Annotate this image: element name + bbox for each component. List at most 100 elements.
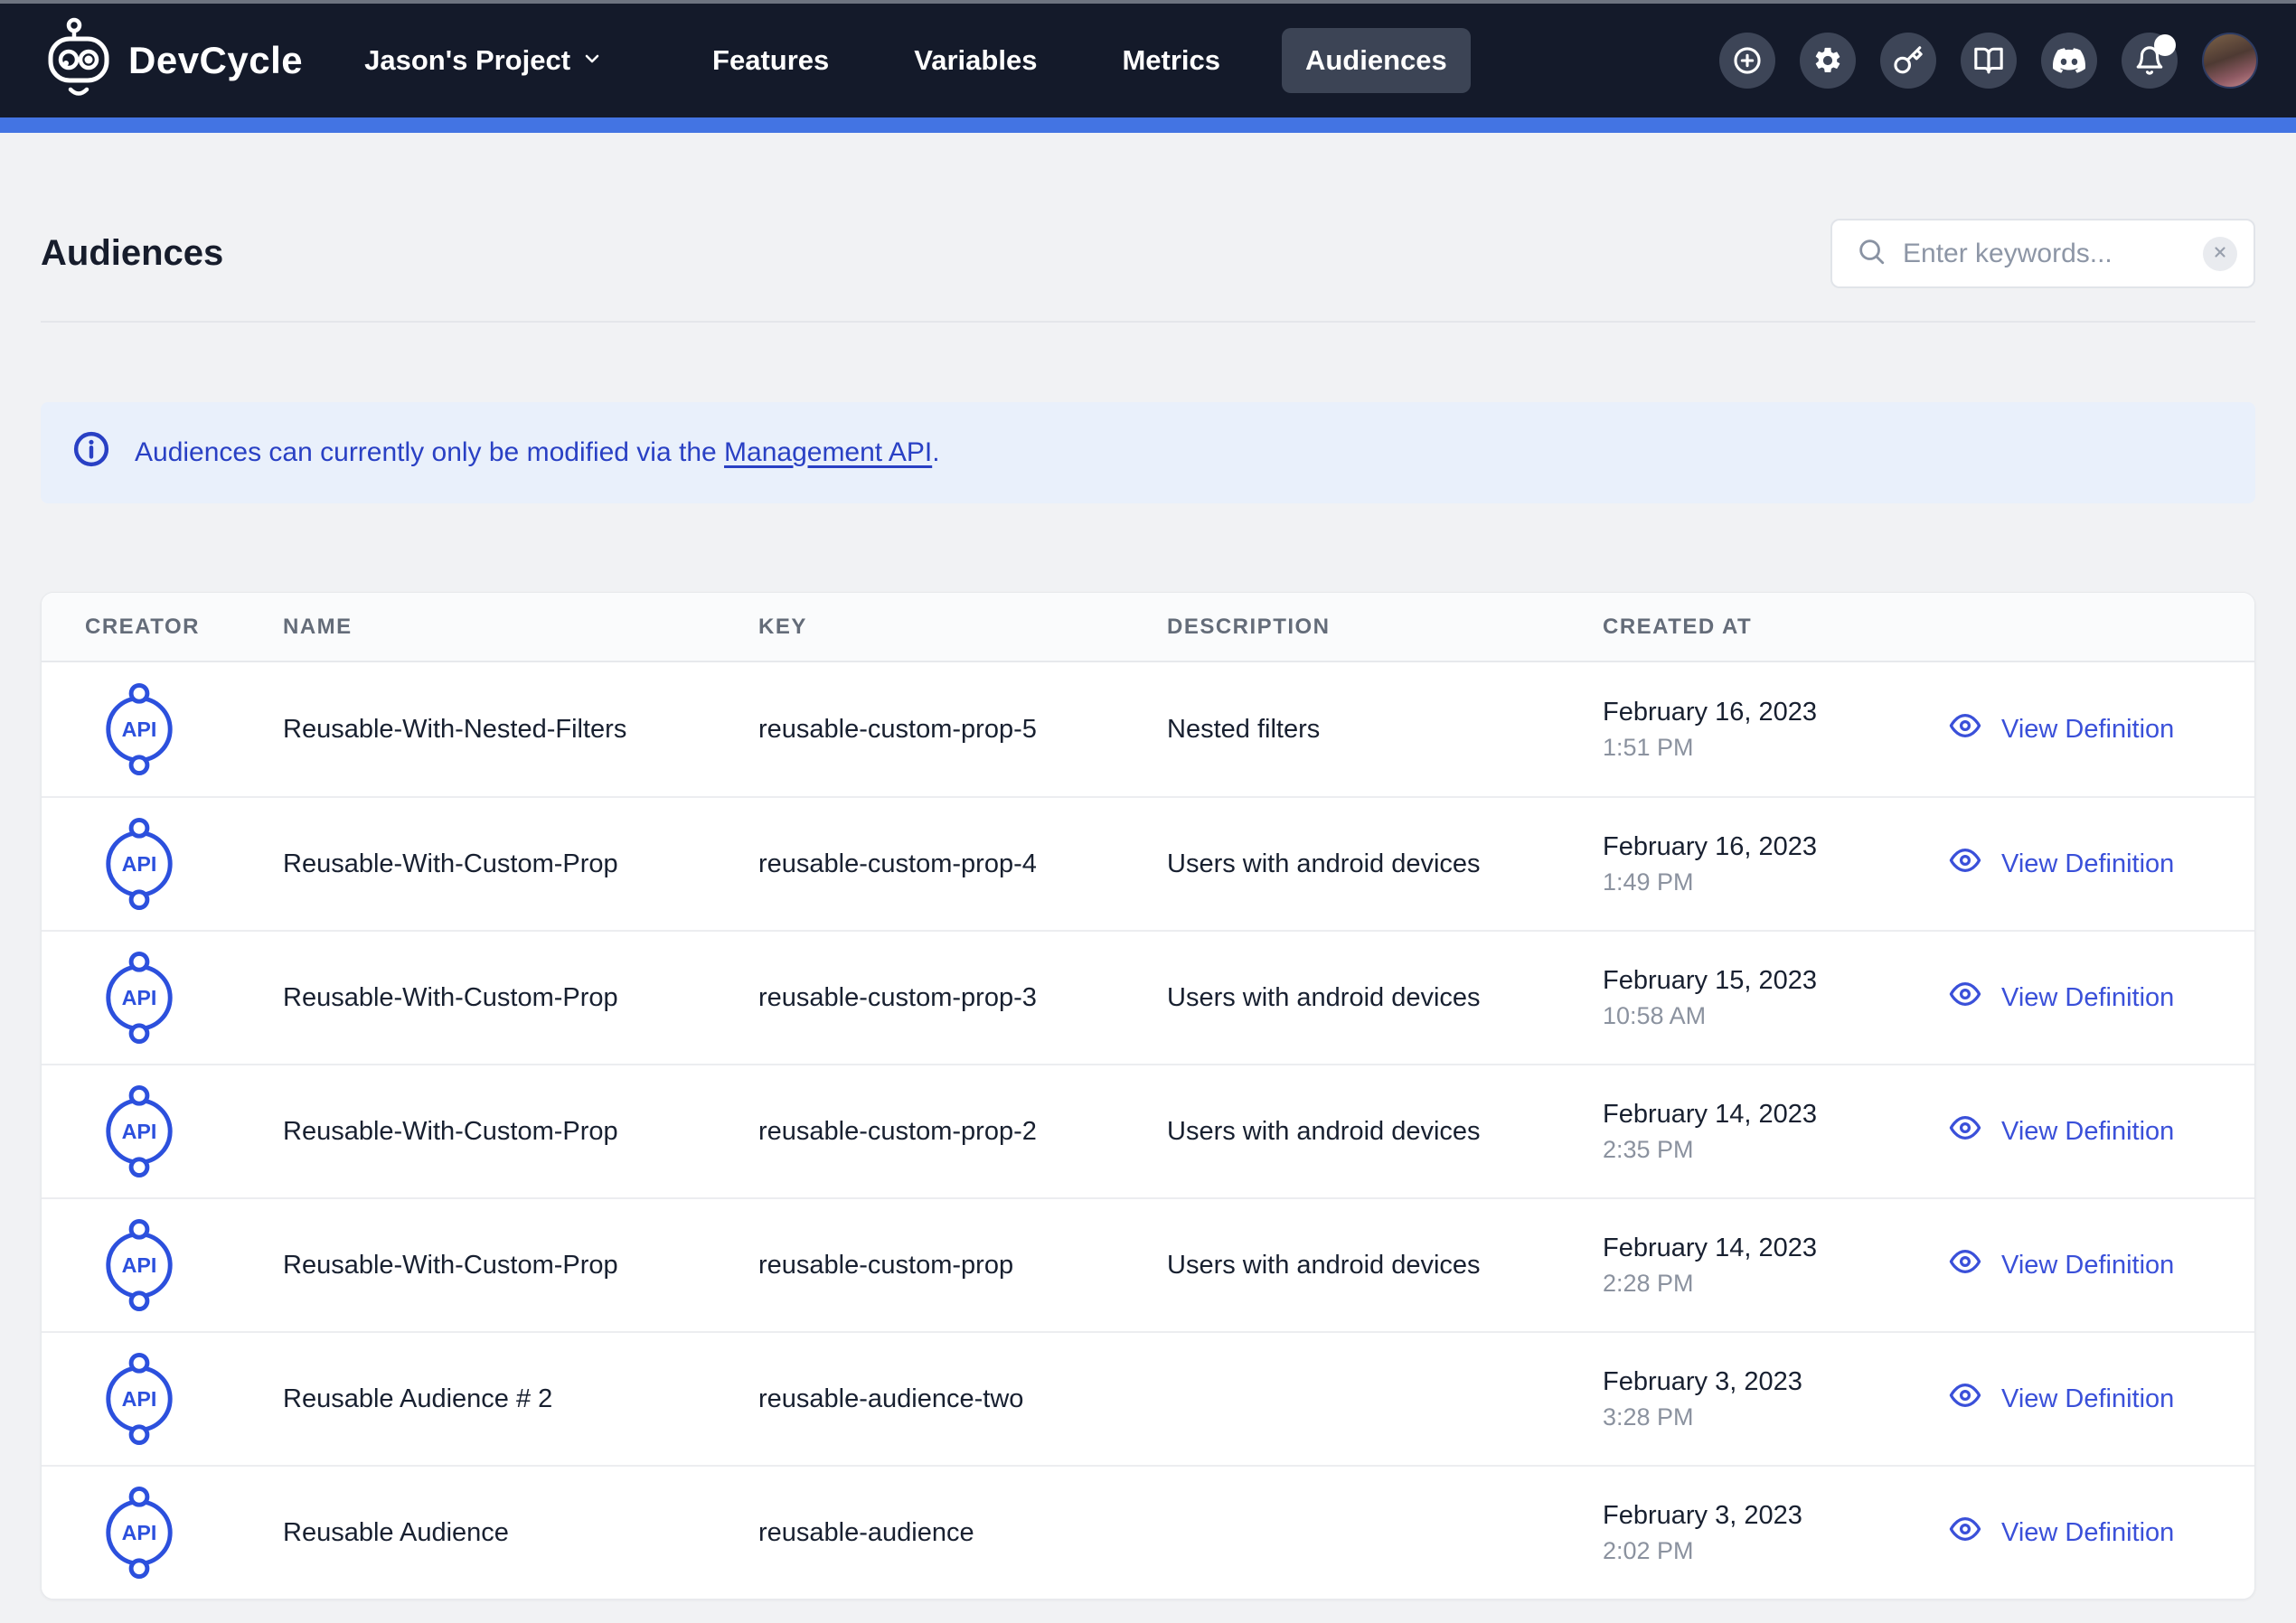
created-at-cell: February 16, 2023 1:51 PM <box>1603 698 1944 762</box>
nav-item-variables[interactable]: Variables <box>890 28 1060 93</box>
creator-cell: API <box>42 1352 283 1446</box>
page-header: Audiences <box>41 219 2255 288</box>
audience-description: Users with android devices <box>1167 1117 1603 1147</box>
search-icon <box>1856 236 1887 271</box>
avatar[interactable] <box>2202 33 2258 89</box>
audience-name: Reusable-With-Custom-Prop <box>283 983 758 1013</box>
view-definition-label: View Definition <box>2001 1117 2174 1147</box>
search-input[interactable] <box>1903 239 2187 269</box>
api-keys-button[interactable] <box>1880 33 1936 89</box>
audience-name: Reusable-With-Nested-Filters <box>283 715 758 745</box>
created-at-cell: February 16, 2023 1:49 PM <box>1603 832 1944 896</box>
col-header-creator: CREATOR <box>42 614 283 640</box>
nav-item-metrics[interactable]: Metrics <box>1098 28 1244 93</box>
notifications-button[interactable] <box>2122 33 2178 89</box>
view-definition-link[interactable]: View Definition <box>1944 979 2174 1017</box>
actions-cell: View Definition <box>1944 845 2254 883</box>
devcycle-logo[interactable]: DevCycle <box>47 17 303 105</box>
audience-description: Users with android devices <box>1167 1251 1603 1281</box>
eye-icon <box>1944 979 1986 1017</box>
close-icon <box>2213 245 2227 262</box>
col-header-description: DESCRIPTION <box>1167 614 1603 640</box>
clear-search-button[interactable] <box>2203 237 2237 271</box>
actions-cell: View Definition <box>1944 1246 2254 1284</box>
docs-button[interactable] <box>1961 33 2017 89</box>
create-button[interactable] <box>1719 33 1775 89</box>
banner-text-before: Audiences can currently only be modified… <box>135 437 724 467</box>
actions-cell: View Definition <box>1944 1380 2254 1418</box>
project-selector[interactable]: Jason's Project <box>364 44 603 77</box>
created-date: February 3, 2023 <box>1603 1501 1944 1531</box>
created-date: February 15, 2023 <box>1603 966 1944 996</box>
svg-text:API: API <box>122 1387 157 1411</box>
accent-bar <box>0 117 2296 133</box>
audience-name: Reusable Audience <box>283 1518 758 1548</box>
created-time: 2:35 PM <box>1603 1136 1944 1164</box>
creator-cell: API <box>42 951 283 1045</box>
created-time: 1:51 PM <box>1603 734 1944 762</box>
api-creator-icon: API <box>96 1486 283 1580</box>
view-definition-link[interactable]: View Definition <box>1944 710 2174 748</box>
project-name: Jason's Project <box>364 44 570 77</box>
svg-text:API: API <box>122 718 157 741</box>
view-definition-link[interactable]: View Definition <box>1944 1246 2174 1284</box>
nav-item-audiences[interactable]: Audiences <box>1282 28 1471 93</box>
creator-cell: API <box>42 1218 283 1312</box>
view-definition-link[interactable]: View Definition <box>1944 1514 2174 1552</box>
audience-description: Nested filters <box>1167 715 1603 745</box>
table-row: API Reusable Audience reusable-audience … <box>42 1465 2254 1599</box>
discord-button[interactable] <box>2041 33 2097 89</box>
svg-text:API: API <box>122 852 157 876</box>
table-row: API Reusable Audience # 2 reusable-audie… <box>42 1331 2254 1465</box>
created-at-cell: February 3, 2023 3:28 PM <box>1603 1367 1944 1431</box>
view-definition-label: View Definition <box>2001 849 2174 879</box>
audience-key: reusable-custom-prop-3 <box>758 983 1167 1013</box>
created-date: February 16, 2023 <box>1603 698 1944 727</box>
view-definition-label: View Definition <box>2001 1384 2174 1414</box>
table-row: API Reusable-With-Custom-Prop reusable-c… <box>42 796 2254 930</box>
eye-icon <box>1944 845 1986 883</box>
actions-cell: View Definition <box>1944 979 2254 1017</box>
nav-item-features[interactable]: Features <box>689 28 852 93</box>
created-date: February 3, 2023 <box>1603 1367 1944 1397</box>
eye-icon <box>1944 1112 1986 1150</box>
audience-name: Reusable-With-Custom-Prop <box>283 849 758 879</box>
banner-text-after: . <box>932 437 939 467</box>
book-icon <box>1973 45 2004 76</box>
audience-name: Reusable-With-Custom-Prop <box>283 1117 758 1147</box>
creator-cell: API <box>42 682 283 776</box>
svg-text:API: API <box>122 1521 157 1544</box>
brand-wordmark: DevCycle <box>128 39 303 82</box>
actions-cell: View Definition <box>1944 1514 2254 1552</box>
view-definition-link[interactable]: View Definition <box>1944 845 2174 883</box>
settings-button[interactable] <box>1800 33 1856 89</box>
audience-key: reusable-audience <box>758 1518 1167 1548</box>
devcycle-robot-icon <box>47 17 110 105</box>
creator-cell: API <box>42 1084 283 1178</box>
actions-cell: View Definition <box>1944 710 2254 748</box>
search-box <box>1830 219 2255 288</box>
svg-text:API: API <box>122 1120 157 1143</box>
view-definition-link[interactable]: View Definition <box>1944 1380 2174 1418</box>
api-creator-icon: API <box>96 817 283 911</box>
notification-dot <box>2154 34 2176 56</box>
view-definition-link[interactable]: View Definition <box>1944 1112 2174 1150</box>
created-at-cell: February 3, 2023 2:02 PM <box>1603 1501 1944 1565</box>
info-icon <box>71 429 111 476</box>
api-creator-icon: API <box>96 951 283 1045</box>
discord-icon <box>2053 44 2085 77</box>
table-row: API Reusable-With-Custom-Prop reusable-c… <box>42 1064 2254 1197</box>
created-date: February 16, 2023 <box>1603 832 1944 862</box>
table-row: API Reusable-With-Custom-Prop reusable-c… <box>42 1197 2254 1331</box>
table-header-row: CREATOR NAME KEY DESCRIPTION CREATED AT <box>42 593 2254 662</box>
col-header-name: NAME <box>283 614 758 640</box>
svg-text:API: API <box>122 1253 157 1277</box>
creator-cell: API <box>42 817 283 911</box>
created-date: February 14, 2023 <box>1603 1234 1944 1263</box>
created-at-cell: February 15, 2023 10:58 AM <box>1603 966 1944 1030</box>
col-header-key: KEY <box>758 614 1167 640</box>
audience-description: Users with android devices <box>1167 983 1603 1013</box>
management-api-link[interactable]: Management API <box>724 437 932 467</box>
eye-icon <box>1944 1246 1986 1284</box>
created-time: 10:58 AM <box>1603 1002 1944 1030</box>
